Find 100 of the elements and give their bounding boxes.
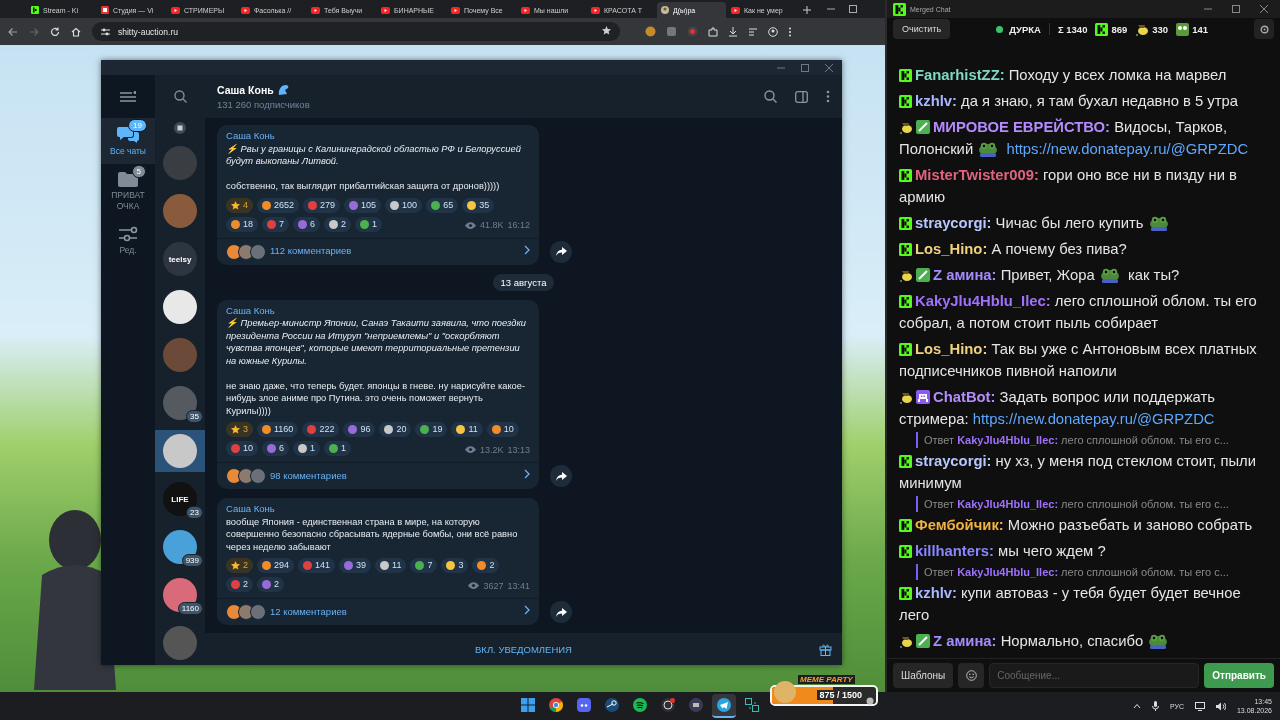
reaction-chip[interactable]: 294 — [257, 558, 295, 573]
send-button[interactable]: Отправить — [1204, 663, 1274, 688]
reaction-chip[interactable]: 105 — [344, 197, 382, 213]
maximize-icon[interactable] — [801, 63, 809, 72]
reaction-chip[interactable]: 11 — [375, 558, 407, 573]
comments-link[interactable]: 12 комментариев — [217, 598, 539, 625]
more-icon[interactable] — [788, 26, 792, 37]
reaction-chip[interactable]: 141 — [298, 558, 336, 573]
reaction-chip[interactable]: 96 — [343, 422, 376, 437]
reaction-chip[interactable]: 7 — [262, 216, 290, 232]
reaction-chip[interactable]: 4 — [226, 197, 253, 213]
message-input[interactable]: Сообщение... — [989, 663, 1200, 688]
comments-link[interactable]: 112 комментариев — [217, 237, 539, 265]
emoji-button[interactable] — [958, 663, 985, 688]
puzzle-icon[interactable] — [708, 26, 718, 37]
reaction-chip[interactable]: 1 — [324, 441, 352, 456]
reaction-chip[interactable]: 222 — [302, 422, 340, 437]
reaction-chip[interactable]: 279 — [303, 197, 341, 213]
chat-avatar[interactable] — [163, 530, 197, 564]
reaction-chip[interactable]: 19 — [415, 422, 448, 437]
reaction-chip[interactable]: 2652 — [257, 197, 300, 213]
speaker-icon[interactable] — [1215, 701, 1226, 711]
spotify-logo-icon[interactable] — [633, 698, 647, 712]
link[interactable]: https://new.donatepay.ru/@GRPZDC — [972, 411, 1215, 427]
steam-logo-icon[interactable] — [605, 698, 619, 712]
download-icon[interactable] — [728, 26, 738, 37]
reaction-chip[interactable]: 65 — [426, 197, 459, 213]
chat-avatar[interactable]: teelsy — [163, 242, 197, 276]
monitor-icon[interactable] — [1194, 701, 1205, 711]
new-tab-icon[interactable] — [803, 6, 811, 14]
share-button[interactable] — [550, 240, 572, 263]
link[interactable]: https://new.donatepay.ru/@GRPZDC — [1006, 141, 1249, 157]
media-icon[interactable] — [748, 26, 758, 37]
settings-icon — [1259, 24, 1269, 34]
share-button[interactable] — [550, 465, 572, 487]
notifications-button[interactable]: ВКЛ. УВЕДОМЛЕНИЯ — [467, 639, 580, 659]
reaction-chip[interactable]: 6 — [293, 216, 321, 232]
settings-button[interactable] — [1254, 19, 1274, 39]
reload-icon[interactable] — [50, 26, 60, 37]
maximize-icon[interactable] — [1232, 5, 1240, 13]
minimize-icon[interactable] — [827, 5, 835, 13]
discord-logo-icon[interactable] — [577, 698, 591, 712]
chrome-logo-icon[interactable] — [549, 698, 563, 712]
reaction-chip[interactable]: 1160 — [257, 422, 299, 437]
reaction-chip[interactable]: 3 — [441, 558, 469, 573]
templates-button[interactable]: Шаблоны — [893, 663, 954, 688]
reaction-chip[interactable]: 2 — [257, 577, 285, 592]
reaction-chip[interactable]: 2 — [324, 216, 352, 232]
chat-message: straycorgi: ну хз, у меня под стеклом стоит, пыли минимум — [899, 452, 1257, 493]
menu-icon[interactable] — [120, 90, 136, 103]
reaction-chip[interactable]: 35 — [462, 197, 495, 213]
kick-logo-icon — [899, 69, 912, 82]
reaction-chip[interactable]: 7 — [410, 558, 438, 573]
address-field[interactable]: shitty-auction.ru — [92, 22, 620, 41]
telegram-logo-icon[interactable] — [717, 698, 731, 712]
reaction-chip[interactable]: 3 — [226, 422, 253, 437]
share-button[interactable] — [550, 601, 572, 623]
windows-logo-icon[interactable] — [521, 698, 535, 712]
gift-icon[interactable] — [819, 643, 832, 656]
folder-tab[interactable]: 5 ПРИВАТ ОЧКА — [101, 164, 155, 219]
reaction-chip[interactable]: 10 — [226, 441, 258, 456]
sidebar-icon[interactable] — [795, 90, 808, 103]
comments-link[interactable]: 98 комментариев — [217, 462, 539, 489]
folder-tab[interactable]: Ред. — [101, 219, 155, 263]
view-count: 41.8K — [479, 219, 504, 232]
chat-avatar[interactable] — [163, 578, 197, 612]
more-icon[interactable] — [826, 90, 830, 103]
reaction-chip[interactable]: 6 — [262, 441, 290, 456]
reaction-chip[interactable]: 1 — [355, 216, 383, 232]
search-icon[interactable] — [764, 90, 777, 103]
reaction-chip[interactable]: 11 — [451, 422, 483, 437]
archive-icon[interactable] — [174, 122, 186, 134]
chat-avatar[interactable] — [163, 290, 197, 324]
extension-icon[interactable] — [666, 26, 677, 37]
obs-logo-icon[interactable] — [661, 698, 675, 712]
search-icon[interactable] — [173, 90, 187, 103]
close-icon[interactable] — [1260, 5, 1268, 13]
reaction-chip[interactable]: 20 — [379, 422, 412, 437]
reaction-chip[interactable]: 10 — [486, 422, 519, 437]
reaction-chip[interactable]: 18 — [226, 216, 258, 232]
reaction-chip[interactable]: 2 — [226, 558, 253, 573]
extension-icon[interactable] — [645, 26, 656, 37]
extension-icon[interactable] — [687, 26, 698, 37]
app-icon[interactable] — [689, 698, 703, 712]
clear-button[interactable]: Очистить — [893, 19, 951, 39]
profile-icon[interactable] — [768, 26, 778, 37]
reaction-chip[interactable]: 1 — [293, 441, 321, 456]
chevron-up-icon[interactable] — [1132, 703, 1141, 709]
home-icon[interactable] — [71, 26, 81, 37]
reaction-chip[interactable]: 39 — [339, 558, 372, 573]
reaction-chip[interactable]: 2 — [472, 558, 500, 573]
close-icon[interactable] — [825, 63, 833, 72]
folder-tab[interactable]: 19 Все чаты — [101, 118, 155, 164]
maximize-icon[interactable] — [849, 5, 857, 13]
bookmark-star-icon[interactable] — [602, 26, 611, 35]
microphone-icon[interactable] — [1151, 701, 1159, 711]
reaction-chip[interactable]: 2 — [226, 577, 253, 592]
back-icon[interactable] — [8, 26, 18, 37]
site-settings-icon[interactable] — [101, 27, 110, 36]
reaction-chip[interactable]: 100 — [385, 197, 423, 213]
